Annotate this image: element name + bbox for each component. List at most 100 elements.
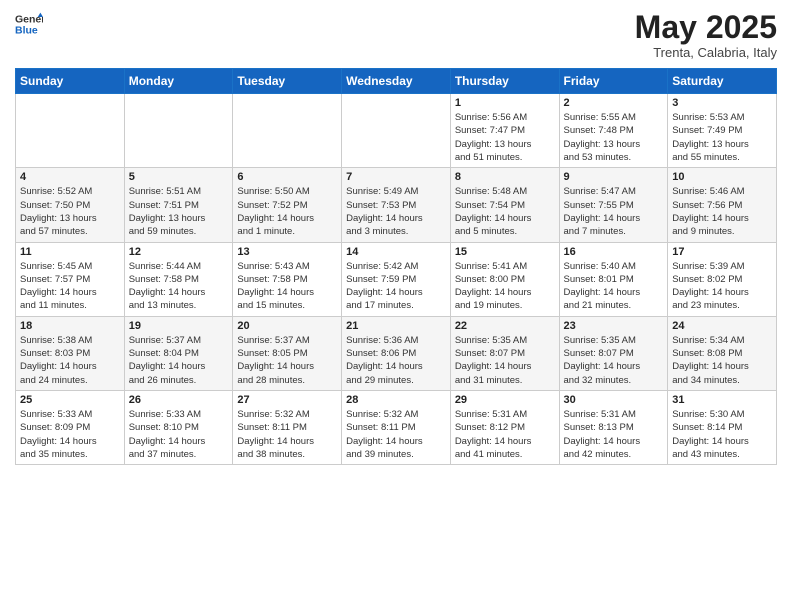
calendar-week-row: 11Sunrise: 5:45 AM Sunset: 7:57 PM Dayli… <box>16 242 777 316</box>
table-row: 20 Sunrise: 5:37 AM Sunset: 8:05 PM Dayli… <box>233 316 342 390</box>
day-number: 9 <box>564 171 664 183</box>
calendar-week-row: 18Sunrise: 5:38 AM Sunset: 8:03 PM Dayli… <box>16 316 777 390</box>
table-row: 1Sunrise: 5:56 AM Sunset: 7:47 PM Daylig… <box>450 94 559 168</box>
table-row: 9 Sunrise: 5:47 AM Sunset: 7:55 PM Daylig… <box>559 168 668 242</box>
day-detail: Sunrise: 5:32 AM Sunset: 8:11 PM Dayligh… <box>237 408 337 461</box>
day-number: 29 <box>455 394 555 406</box>
table-row: 24Sunrise: 5:34 AM Sunset: 8:08 PM Dayli… <box>668 316 777 390</box>
table-row: 15 Sunrise: 5:41 AM Sunset: 8:00 PM Dayli… <box>450 242 559 316</box>
calendar-title: May 2025 <box>635 10 777 45</box>
calendar-week-row: 25 Sunrise: 5:33 AM Sunset: 8:09 PM Dayli… <box>16 390 777 464</box>
day-number: 19 <box>129 320 229 332</box>
calendar-week-row: 4 Sunrise: 5:52 AM Sunset: 7:50 PM Daylig… <box>16 168 777 242</box>
table-row: 23 Sunrise: 5:35 AM Sunset: 8:07 PM Dayli… <box>559 316 668 390</box>
calendar-week-row: 1Sunrise: 5:56 AM Sunset: 7:47 PM Daylig… <box>16 94 777 168</box>
day-number: 10 <box>672 171 772 183</box>
table-row: 28Sunrise: 5:32 AM Sunset: 8:11 PM Dayli… <box>342 390 451 464</box>
day-detail: Sunrise: 5:52 AM Sunset: 7:50 PM Dayligh… <box>20 185 120 238</box>
table-row: 5 Sunrise: 5:51 AM Sunset: 7:51 PM Daylig… <box>124 168 233 242</box>
day-detail: Sunrise: 5:51 AM Sunset: 7:51 PM Dayligh… <box>129 185 229 238</box>
table-row: 21 Sunrise: 5:36 AM Sunset: 8:06 PM Dayli… <box>342 316 451 390</box>
day-number: 14 <box>346 246 446 258</box>
day-detail: Sunrise: 5:40 AM Sunset: 8:01 PM Dayligh… <box>564 260 664 313</box>
table-row: 29 Sunrise: 5:31 AM Sunset: 8:12 PM Dayli… <box>450 390 559 464</box>
day-number: 17 <box>672 246 772 258</box>
table-row: 11Sunrise: 5:45 AM Sunset: 7:57 PM Dayli… <box>16 242 125 316</box>
day-detail: Sunrise: 5:30 AM Sunset: 8:14 PM Dayligh… <box>672 408 772 461</box>
page: General Blue May 2025 Trenta, Calabria, … <box>0 0 792 612</box>
day-number: 8 <box>455 171 555 183</box>
day-number: 1 <box>455 97 555 109</box>
day-detail: Sunrise: 5:33 AM Sunset: 8:09 PM Dayligh… <box>20 408 120 461</box>
table-row: 17 Sunrise: 5:39 AM Sunset: 8:02 PM Dayli… <box>668 242 777 316</box>
day-detail: Sunrise: 5:42 AM Sunset: 7:59 PM Dayligh… <box>346 260 446 313</box>
day-number: 12 <box>129 246 229 258</box>
day-detail: Sunrise: 5:49 AM Sunset: 7:53 PM Dayligh… <box>346 185 446 238</box>
day-detail: Sunrise: 5:36 AM Sunset: 8:06 PM Dayligh… <box>346 334 446 387</box>
day-detail: Sunrise: 5:31 AM Sunset: 8:13 PM Dayligh… <box>564 408 664 461</box>
day-detail: Sunrise: 5:43 AM Sunset: 7:58 PM Dayligh… <box>237 260 337 313</box>
day-detail: Sunrise: 5:39 AM Sunset: 8:02 PM Dayligh… <box>672 260 772 313</box>
header-sunday: Sunday <box>16 69 125 94</box>
day-number: 7 <box>346 171 446 183</box>
day-number: 4 <box>20 171 120 183</box>
day-detail: Sunrise: 5:47 AM Sunset: 7:55 PM Dayligh… <box>564 185 664 238</box>
table-row <box>342 94 451 168</box>
day-number: 6 <box>237 171 337 183</box>
header-wednesday: Wednesday <box>342 69 451 94</box>
day-number: 27 <box>237 394 337 406</box>
day-number: 26 <box>129 394 229 406</box>
table-row: 10 Sunrise: 5:46 AM Sunset: 7:56 PM Dayli… <box>668 168 777 242</box>
table-row: 19Sunrise: 5:37 AM Sunset: 8:04 PM Dayli… <box>124 316 233 390</box>
day-detail: Sunrise: 5:46 AM Sunset: 7:56 PM Dayligh… <box>672 185 772 238</box>
table-row: 22 Sunrise: 5:35 AM Sunset: 8:07 PM Dayli… <box>450 316 559 390</box>
day-detail: Sunrise: 5:37 AM Sunset: 8:05 PM Dayligh… <box>237 334 337 387</box>
day-detail: Sunrise: 5:53 AM Sunset: 7:49 PM Dayligh… <box>672 111 772 164</box>
table-row: 16 Sunrise: 5:40 AM Sunset: 8:01 PM Dayli… <box>559 242 668 316</box>
day-detail: Sunrise: 5:31 AM Sunset: 8:12 PM Dayligh… <box>455 408 555 461</box>
day-number: 23 <box>564 320 664 332</box>
day-number: 5 <box>129 171 229 183</box>
day-detail: Sunrise: 5:44 AM Sunset: 7:58 PM Dayligh… <box>129 260 229 313</box>
table-row: 25 Sunrise: 5:33 AM Sunset: 8:09 PM Dayli… <box>16 390 125 464</box>
table-row: 6 Sunrise: 5:50 AM Sunset: 7:52 PM Daylig… <box>233 168 342 242</box>
day-number: 15 <box>455 246 555 258</box>
header-saturday: Saturday <box>668 69 777 94</box>
calendar-table: Sunday Monday Tuesday Wednesday Thursday… <box>15 68 777 465</box>
svg-text:Blue: Blue <box>15 25 38 37</box>
day-number: 16 <box>564 246 664 258</box>
table-row: 18Sunrise: 5:38 AM Sunset: 8:03 PM Dayli… <box>16 316 125 390</box>
logo: General Blue <box>15 10 43 38</box>
table-row <box>233 94 342 168</box>
table-row: 12 Sunrise: 5:44 AM Sunset: 7:58 PM Dayli… <box>124 242 233 316</box>
header: General Blue May 2025 Trenta, Calabria, … <box>15 10 777 60</box>
table-row: 26Sunrise: 5:33 AM Sunset: 8:10 PM Dayli… <box>124 390 233 464</box>
weekday-header-row: Sunday Monday Tuesday Wednesday Thursday… <box>16 69 777 94</box>
day-number: 21 <box>346 320 446 332</box>
logo-icon: General Blue <box>15 10 43 38</box>
table-row: 31 Sunrise: 5:30 AM Sunset: 8:14 PM Dayli… <box>668 390 777 464</box>
table-row: 27 Sunrise: 5:32 AM Sunset: 8:11 PM Dayli… <box>233 390 342 464</box>
day-number: 3 <box>672 97 772 109</box>
table-row <box>124 94 233 168</box>
day-detail: Sunrise: 5:34 AM Sunset: 8:08 PM Dayligh… <box>672 334 772 387</box>
header-tuesday: Tuesday <box>233 69 342 94</box>
table-row: 13Sunrise: 5:43 AM Sunset: 7:58 PM Dayli… <box>233 242 342 316</box>
day-number: 22 <box>455 320 555 332</box>
day-number: 20 <box>237 320 337 332</box>
header-friday: Friday <box>559 69 668 94</box>
day-number: 11 <box>20 246 120 258</box>
day-detail: Sunrise: 5:35 AM Sunset: 8:07 PM Dayligh… <box>455 334 555 387</box>
day-detail: Sunrise: 5:50 AM Sunset: 7:52 PM Dayligh… <box>237 185 337 238</box>
day-detail: Sunrise: 5:32 AM Sunset: 8:11 PM Dayligh… <box>346 408 446 461</box>
day-number: 31 <box>672 394 772 406</box>
header-thursday: Thursday <box>450 69 559 94</box>
table-row: 3 Sunrise: 5:53 AM Sunset: 7:49 PM Daylig… <box>668 94 777 168</box>
day-detail: Sunrise: 5:41 AM Sunset: 8:00 PM Dayligh… <box>455 260 555 313</box>
svg-text:General: General <box>15 13 43 25</box>
day-number: 18 <box>20 320 120 332</box>
title-block: May 2025 Trenta, Calabria, Italy <box>635 10 777 60</box>
day-number: 25 <box>20 394 120 406</box>
table-row: 30Sunrise: 5:31 AM Sunset: 8:13 PM Dayli… <box>559 390 668 464</box>
day-detail: Sunrise: 5:35 AM Sunset: 8:07 PM Dayligh… <box>564 334 664 387</box>
